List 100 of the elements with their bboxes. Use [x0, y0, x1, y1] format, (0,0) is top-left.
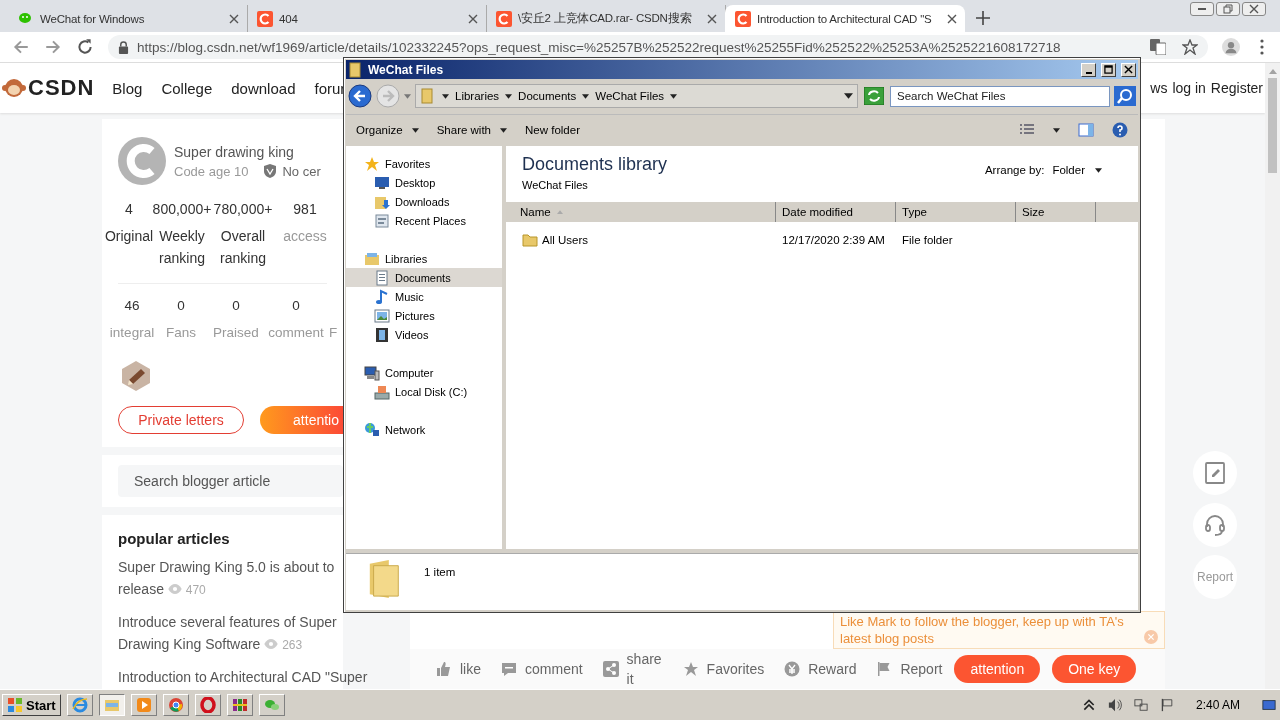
books-icon — [231, 697, 248, 713]
folder-icon — [103, 697, 120, 713]
close-icon[interactable] — [707, 13, 717, 24]
toolbar-button[interactable]: Organize — [356, 124, 419, 136]
column-header[interactable]: Date modified — [776, 202, 896, 222]
write-button[interactable] — [1193, 451, 1237, 495]
stat-label: Original — [104, 227, 154, 246]
minimize-button[interactable] — [1190, 2, 1214, 16]
maximize-button[interactable] — [1101, 62, 1116, 77]
back-button-icon[interactable] — [348, 84, 372, 108]
caret-icon — [442, 93, 449, 99]
nav-item[interactable]: Videos — [346, 325, 502, 344]
show-desktop-icon[interactable] — [1262, 698, 1276, 712]
article-link[interactable]: Super Drawing King 5.0 is about to release 470 — [118, 556, 339, 601]
close-icon[interactable] — [947, 13, 957, 24]
nav-item[interactable]: Pictures — [346, 306, 502, 325]
scrollbar[interactable] — [1265, 63, 1280, 689]
search-icon[interactable] — [1114, 86, 1136, 106]
browser-tab[interactable]: 404 — [247, 5, 487, 32]
nav-item[interactable]: Music — [346, 287, 502, 306]
arrange-dropdown[interactable]: Folder — [1052, 164, 1102, 176]
tab-title: WeChat for Windows — [40, 12, 146, 25]
nav-item[interactable]: Documents — [346, 268, 502, 287]
toolbar-action[interactable]: share it — [602, 649, 663, 689]
toolbar-button[interactable]: New folder — [525, 124, 580, 136]
profile-avatar-icon[interactable] — [1222, 38, 1240, 56]
back-arrow-icon[interactable] — [12, 38, 30, 56]
eye-icon — [264, 639, 279, 649]
toolbar-action[interactable]: Favorites — [682, 661, 765, 677]
help-icon[interactable] — [1112, 122, 1128, 138]
toolbar-action[interactable]: Report — [876, 661, 943, 677]
article-link[interactable]: Introduction to Architectural CAD "Super — [118, 666, 368, 688]
menu-icon[interactable] — [1260, 39, 1264, 55]
caret-icon — [505, 93, 513, 99]
nav-link[interactable]: ws — [1150, 80, 1168, 96]
recent-places-icon — [374, 212, 390, 229]
support-button[interactable] — [1193, 503, 1237, 547]
browser-e-icon — [71, 697, 88, 713]
nav-link[interactable]: College — [161, 79, 213, 97]
breadcrumb-bar[interactable]: Libraries Documents WeChat Files — [415, 84, 858, 108]
close-button[interactable] — [1242, 2, 1266, 16]
forward-arrow-icon[interactable] — [44, 38, 62, 56]
network-icon[interactable] — [1133, 698, 1148, 712]
breadcrumb-item[interactable]: WeChat Files — [595, 90, 665, 102]
flag-icon[interactable] — [1159, 698, 1174, 712]
restore-button[interactable] — [1216, 2, 1240, 16]
refresh-icon[interactable] — [864, 87, 884, 105]
browser-tab[interactable]: Introduction to Architectural CAD "S — [725, 5, 965, 32]
nav-item[interactable]: Recent Places — [346, 211, 502, 230]
nav-item[interactable]: Desktop — [346, 173, 502, 192]
new-tab-icon[interactable] — [976, 11, 990, 25]
stat-label: access — [283, 227, 327, 246]
toolbar-action[interactable]: comment — [501, 661, 583, 677]
clock[interactable]: 2:40 AM — [1195, 698, 1240, 712]
c-logo-icon — [257, 10, 273, 27]
speaker-icon[interactable] — [1107, 698, 1122, 712]
search-field[interactable]: Search WeChat Files — [890, 85, 1110, 107]
caret-icon[interactable] — [1053, 127, 1060, 133]
nav-item[interactable]: Favorites — [346, 154, 502, 173]
nav-item[interactable]: Computer — [346, 363, 502, 382]
breadcrumb-item[interactable]: Documents — [518, 90, 577, 102]
nav-item[interactable]: Downloads — [346, 192, 502, 211]
column-header[interactable]: Type — [896, 202, 1016, 222]
nav-link[interactable]: forur — [314, 79, 346, 97]
file-row[interactable]: All Users 12/17/2020 2:39 AM File folder — [506, 230, 1138, 250]
address-bar[interactable]: https://blog.csdn.net/wf1969/article/details/102332245?ops_request_misc=%25257B%252522request%25255Fid%252522%25253A%2525221608172718 — [108, 35, 1208, 59]
preview-pane-icon[interactable] — [1078, 122, 1094, 138]
breadcrumb-item[interactable]: Libraries — [455, 90, 500, 102]
folder-icon — [522, 232, 538, 248]
nav-link[interactable]: Register — [1210, 80, 1263, 96]
taskbar-app[interactable] — [98, 694, 125, 716]
translate-icon[interactable] — [1150, 39, 1166, 55]
blogger-name[interactable]: Super drawing king — [174, 143, 321, 160]
site-logo[interactable]: CSDN — [28, 75, 95, 101]
close-icon[interactable] — [468, 13, 478, 24]
stat-label: integral — [109, 324, 155, 342]
chrome-icon — [167, 697, 184, 713]
nav-item[interactable]: Network — [346, 420, 502, 439]
bookmark-star-icon[interactable] — [1182, 39, 1198, 55]
start-button[interactable]: Start — [2, 694, 61, 716]
nav-link[interactable]: download — [231, 79, 296, 97]
shield-icon — [264, 164, 277, 178]
toolbar-action[interactable]: like — [436, 661, 481, 677]
toolbar-button[interactable]: Share with — [436, 124, 507, 136]
nav-link[interactable]: Blog — [112, 79, 143, 97]
nav-link[interactable]: log in — [1172, 80, 1206, 96]
column-header[interactable]: Name — [506, 202, 776, 222]
minimize-icon — [1085, 71, 1092, 74]
article-link[interactable]: Introduce several features of Super Drawing King Software 263 — [118, 611, 339, 656]
search-field[interactable]: Search blogger article — [118, 465, 343, 497]
reload-icon[interactable] — [76, 38, 94, 56]
browser-tab[interactable]: WeChat for Windows — [8, 5, 248, 32]
chevron-up-icon[interactable] — [1081, 698, 1096, 712]
close-icon[interactable] — [229, 13, 239, 24]
caret-icon[interactable] — [844, 93, 853, 99]
file-name: All Users — [542, 234, 588, 246]
nav-item[interactable]: Libraries — [346, 249, 502, 268]
toolbar-action[interactable]: Reward — [784, 661, 857, 677]
nav-item[interactable]: Local Disk (C:) — [346, 382, 502, 401]
column-header[interactable]: Size — [1016, 202, 1096, 222]
